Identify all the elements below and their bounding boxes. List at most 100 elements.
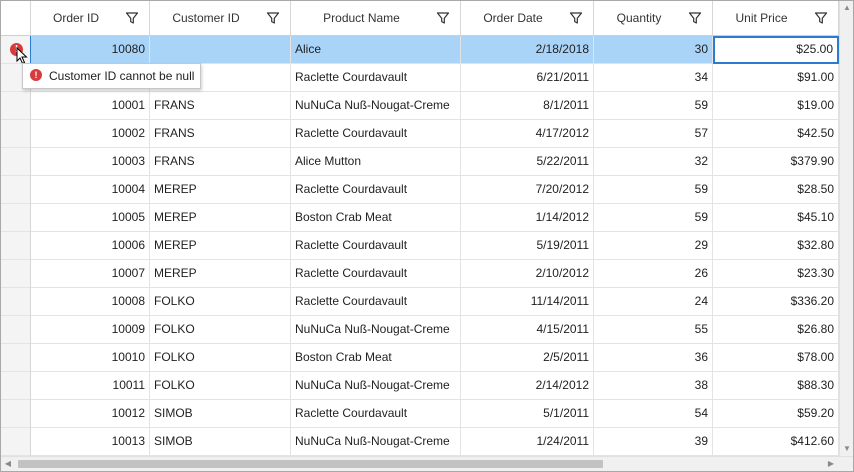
filter-icon[interactable] [814, 11, 828, 25]
filter-icon[interactable] [266, 11, 280, 25]
cell-customer-id[interactable]: FOLKO [150, 316, 291, 344]
cell-quantity[interactable]: 32 [594, 148, 713, 176]
cell-unit-price[interactable]: $78.00 [713, 344, 839, 372]
cell-order-date[interactable]: 1/14/2012 [461, 204, 594, 232]
row-indicator[interactable] [1, 92, 31, 120]
scroll-up-arrow-icon[interactable]: ▲ [840, 1, 853, 15]
cell-quantity[interactable]: 59 [594, 204, 713, 232]
table-row[interactable]: 10005 MEREP Boston Crab Meat 1/14/2012 59 $45… [1, 204, 853, 232]
horizontal-scroll-thumb[interactable] [18, 460, 603, 468]
cell-unit-price[interactable]: $26.80 [713, 316, 839, 344]
cell-order-id[interactable]: 10010 [31, 344, 150, 372]
cell-order-id[interactable]: 10001 [31, 92, 150, 120]
cell-customer-id[interactable]: FRANS [150, 120, 291, 148]
row-indicator[interactable] [1, 288, 31, 316]
cell-quantity[interactable]: 54 [594, 400, 713, 428]
cell-unit-price[interactable]: $379.90 [713, 148, 839, 176]
scroll-right-arrow-icon[interactable]: ▶ [824, 457, 838, 471]
cell-product-name[interactable]: NuNuCa Nuß-Nougat-Creme [291, 92, 461, 120]
cell-unit-price[interactable]: $42.50 [713, 120, 839, 148]
table-row[interactable]: 10009 FOLKO NuNuCa Nuß-Nougat-Creme 4/15/20… [1, 316, 853, 344]
scroll-down-arrow-icon[interactable]: ▼ [840, 442, 853, 456]
cell-unit-price[interactable]: $25.00 [713, 36, 839, 64]
cell-product-name[interactable]: Raclette Courdavault [291, 232, 461, 260]
cell-unit-price[interactable]: $28.50 [713, 176, 839, 204]
cell-product-name[interactable]: Boston Crab Meat [291, 204, 461, 232]
table-row-editing[interactable]: !10080 Alice2/18/201830$25.00 [1, 36, 853, 65]
cell-quantity[interactable]: 29 [594, 232, 713, 260]
table-row[interactable]: 10010 FOLKO Boston Crab Meat 2/5/2011 36 $78.… [1, 344, 853, 372]
cell-product-name[interactable]: Raclette Courdavault [291, 64, 461, 92]
cell-customer-id[interactable]: MEREP [150, 260, 291, 288]
cell-order-date[interactable]: 2/18/2018 [461, 36, 594, 64]
row-indicator[interactable] [1, 316, 31, 344]
cell-product-name[interactable]: Raclette Courdavault [291, 288, 461, 316]
cell-order-id[interactable]: 10080 [31, 36, 150, 64]
row-indicator[interactable] [1, 400, 31, 428]
cell-unit-price[interactable]: $88.30 [713, 372, 839, 400]
cell-order-date[interactable]: 1/24/2011 [461, 428, 594, 456]
cell-order-date[interactable]: 4/15/2011 [461, 316, 594, 344]
filter-icon[interactable] [436, 11, 450, 25]
cell-quantity[interactable]: 59 [594, 92, 713, 120]
cell-order-id[interactable]: 10005 [31, 204, 150, 232]
row-indicator[interactable] [1, 176, 31, 204]
cell-quantity[interactable]: 55 [594, 316, 713, 344]
table-row[interactable]: 10006 MEREP Raclette Courdavault 5/19/2011 2… [1, 232, 853, 260]
cell-quantity[interactable]: 36 [594, 344, 713, 372]
cell-customer-id[interactable]: MEREP [150, 232, 291, 260]
cell-order-date[interactable]: 2/5/2011 [461, 344, 594, 372]
cell-order-date[interactable]: 4/17/2012 [461, 120, 594, 148]
cell-customer-id[interactable]: SIMOB [150, 428, 291, 456]
cell-order-date[interactable]: 6/21/2011 [461, 64, 594, 92]
filter-icon[interactable] [125, 11, 139, 25]
row-indicator[interactable]: ! [1, 36, 32, 65]
table-row[interactable]: 10011 FOLKO NuNuCa Nuß-Nougat-Creme 2/14/20… [1, 372, 853, 400]
cell-quantity[interactable]: 30 [594, 36, 713, 64]
row-indicator[interactable] [1, 428, 31, 456]
vertical-scrollbar[interactable]: ▲ ▼ [839, 1, 853, 456]
cell-order-id[interactable]: 10013 [31, 428, 150, 456]
table-row[interactable]: 10001 FRANS NuNuCa Nuß-Nougat-Creme 8/1/201… [1, 92, 853, 120]
cell-order-id[interactable]: 10003 [31, 148, 150, 176]
cell-product-name[interactable]: Boston Crab Meat [291, 344, 461, 372]
cell-customer-id[interactable]: MEREP [150, 176, 291, 204]
horizontal-scrollbar[interactable]: ◀ ▶ [1, 456, 853, 471]
cell-product-name[interactable]: Raclette Courdavault [291, 260, 461, 288]
cell-unit-price[interactable]: $91.00 [713, 64, 839, 92]
table-row[interactable]: 10002 FRANS Raclette Courdavault 4/17/2012 5… [1, 120, 853, 148]
cell-customer-id[interactable]: FOLKO [150, 288, 291, 316]
table-row[interactable]: 10012 SIMOB Raclette Courdavault 5/1/2011 54… [1, 400, 853, 428]
cell-unit-price[interactable]: $19.00 [713, 92, 839, 120]
cell-quantity[interactable]: 24 [594, 288, 713, 316]
table-row[interactable]: 10004 MEREP Raclette Courdavault 7/20/2012 5… [1, 176, 853, 204]
cell-order-date[interactable]: 5/22/2011 [461, 148, 594, 176]
filter-icon[interactable] [688, 11, 702, 25]
cell-product-name[interactable]: NuNuCa Nuß-Nougat-Creme [291, 316, 461, 344]
cell-order-date[interactable]: 5/19/2011 [461, 232, 594, 260]
cell-product-name[interactable]: Raclette Courdavault [291, 120, 461, 148]
filter-icon[interactable] [569, 11, 583, 25]
cell-quantity[interactable]: 34 [594, 64, 713, 92]
cell-unit-price[interactable]: $32.80 [713, 232, 839, 260]
cell-order-id[interactable]: 10007 [31, 260, 150, 288]
cell-order-date[interactable]: 7/20/2012 [461, 176, 594, 204]
cell-order-date[interactable]: 2/14/2012 [461, 372, 594, 400]
cell-product-name[interactable]: NuNuCa Nuß-Nougat-Creme [291, 372, 461, 400]
cell-order-date[interactable]: 8/1/2011 [461, 92, 594, 120]
cell-product-name[interactable]: Alice [291, 36, 461, 64]
cell-order-date[interactable]: 5/1/2011 [461, 400, 594, 428]
row-indicator[interactable] [1, 148, 31, 176]
column-header-order-date[interactable]: Order Date [461, 1, 594, 35]
cell-unit-price[interactable]: $412.60 [713, 428, 839, 456]
cell-quantity[interactable]: 57 [594, 120, 713, 148]
row-indicator[interactable] [1, 260, 31, 288]
column-header-quantity[interactable]: Quantity [594, 1, 713, 35]
cell-order-date[interactable]: 11/14/2011 [461, 288, 594, 316]
table-row[interactable]: 10008 FOLKO Raclette Courdavault 11/14/2011… [1, 288, 853, 316]
cell-quantity[interactable]: 39 [594, 428, 713, 456]
cell-quantity[interactable]: 38 [594, 372, 713, 400]
cell-customer-id[interactable]: SIMOB [150, 400, 291, 428]
scroll-left-arrow-icon[interactable]: ◀ [1, 457, 15, 471]
cell-quantity[interactable]: 59 [594, 176, 713, 204]
